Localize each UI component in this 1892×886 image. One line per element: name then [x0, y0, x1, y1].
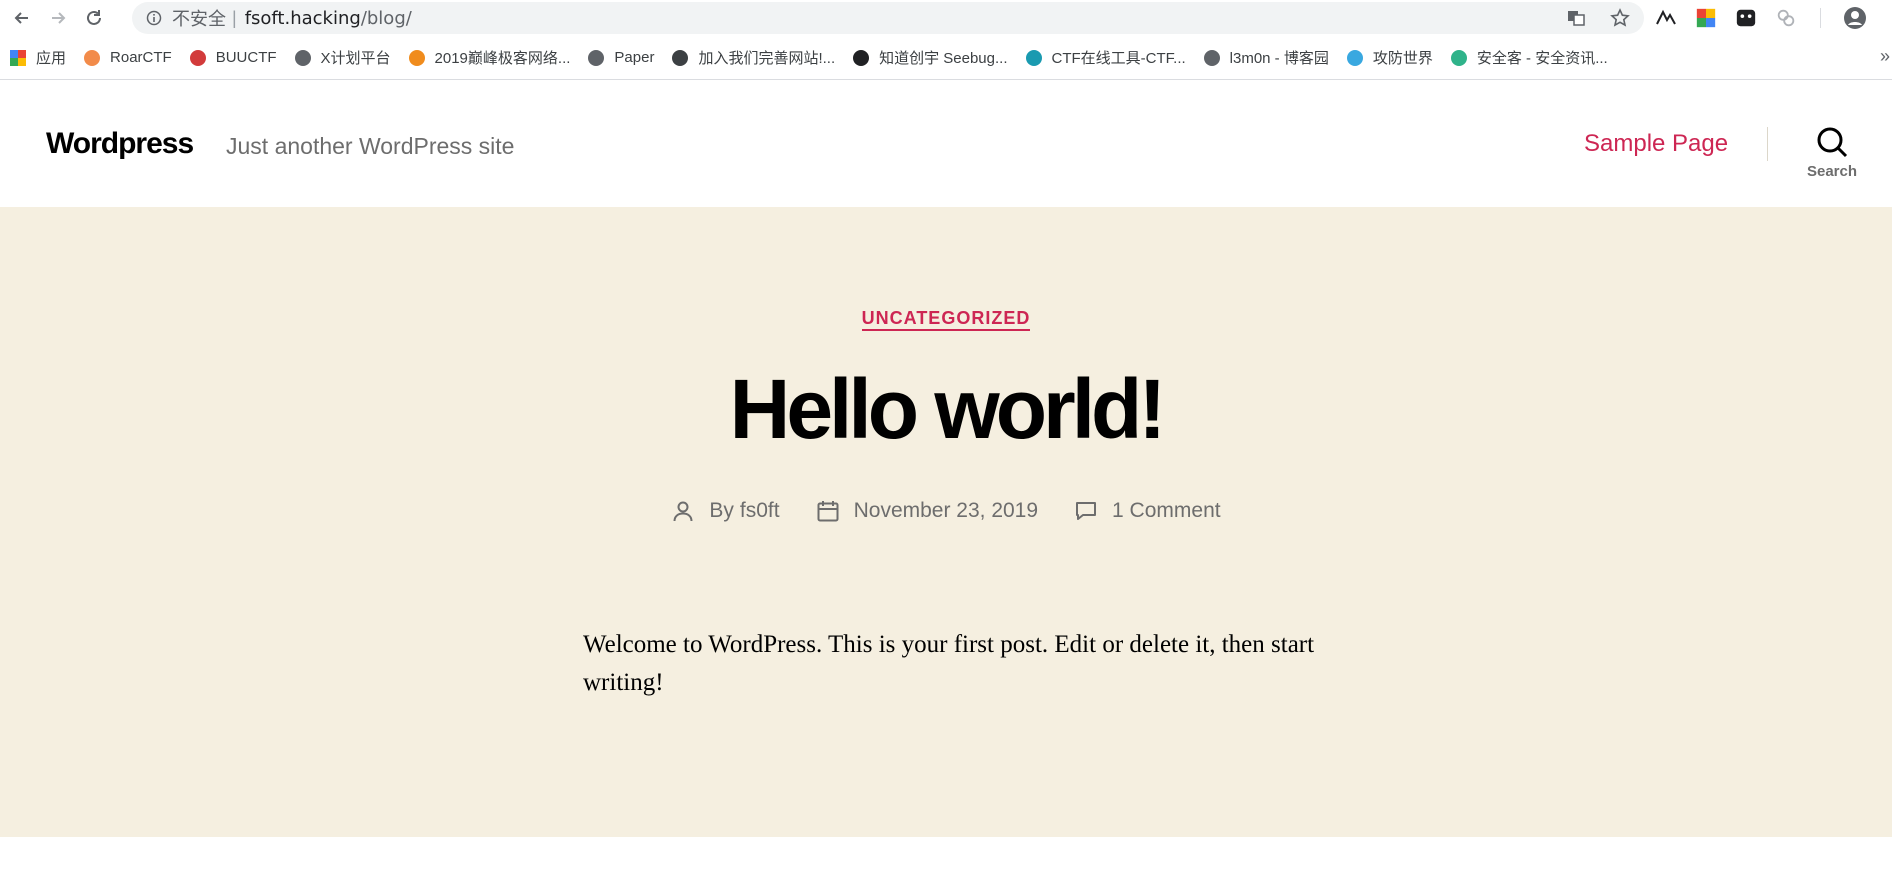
search-label: Search [1806, 163, 1858, 180]
bookmark-item[interactable]: 安全客 - 安全资讯... [1441, 43, 1616, 73]
more-bookmarks-button[interactable]: » [1880, 46, 1890, 67]
extension-colorful-icon[interactable] [1694, 6, 1718, 30]
post-meta: By fs0ft November 23, 2019 1 Comment [0, 499, 1892, 523]
person-icon [673, 501, 693, 522]
bookmark-item[interactable]: 加入我们完善网站!... [662, 43, 843, 73]
bookmark-item[interactable]: 应用 [0, 43, 74, 73]
author-prefix: By [709, 499, 734, 522]
profile-avatar-icon[interactable] [1843, 6, 1867, 30]
bookmark-label: l3m0n - 博客园 [1229, 50, 1329, 67]
comment-icon [1076, 502, 1097, 520]
url-separator: | [232, 7, 237, 28]
favicon-icon [1203, 49, 1220, 66]
bookmark-label: 应用 [36, 50, 67, 67]
bookmark-label: 知道创宇 Seebug... [879, 50, 1008, 67]
favicon-icon [588, 49, 605, 66]
reload-button[interactable] [80, 4, 108, 32]
site-title[interactable]: Wordpress [46, 127, 194, 161]
favicon-icon [853, 49, 870, 66]
post-author: By fs0ft [671, 499, 780, 523]
calendar-icon [817, 501, 839, 522]
post-date: November 23, 2019 [816, 499, 1038, 523]
bookmark-item[interactable]: X计划平台 [285, 43, 399, 73]
bookmark-item[interactable]: CTF在线工具-CTF... [1016, 43, 1194, 73]
post-header: UNCATEGORIZED Hello world! By fs0ft Nove… [0, 207, 1892, 837]
arrow-right-icon [52, 12, 66, 24]
bookmark-item[interactable]: Paper [578, 43, 662, 73]
bookmark-item[interactable]: 2019巅峰极客网络... [399, 43, 579, 73]
menu-kebab-icon[interactable] [1883, 6, 1892, 30]
bookmark-label: 加入我们完善网站!... [698, 50, 836, 67]
favicon-icon [672, 49, 689, 66]
favicon-icon [1346, 49, 1363, 66]
browser-toolbar: 不安全 | fsoft.hacking /blog/ [0, 0, 1892, 36]
favicon-icon [294, 49, 311, 66]
bookmark-label: 2019巅峰极客网络... [434, 50, 571, 67]
extension-link-icon[interactable] [1774, 6, 1798, 30]
bookmark-item[interactable]: l3m0n - 博客园 [1194, 43, 1337, 73]
comments-link[interactable]: 1 Comment [1112, 499, 1221, 523]
bookmark-label: CTF在线工具-CTF... [1051, 50, 1186, 67]
post-title: Hello world! [729, 362, 1167, 456]
back-button[interactable] [8, 4, 36, 32]
star-icon[interactable] [1610, 8, 1630, 28]
favicon-icon [1025, 49, 1042, 66]
reload-icon [87, 10, 101, 25]
info-icon[interactable] [146, 10, 162, 26]
bookmark-label: Paper [614, 49, 655, 66]
bookmark-item[interactable]: BUUCTF [180, 43, 285, 73]
post-category: UNCATEGORIZED [0, 308, 1892, 331]
favicon-icon [189, 49, 206, 66]
bookmark-item[interactable]: 知道创宇 Seebug... [843, 43, 1015, 73]
bookmarks-bar: 应用 RoarCTF BUUCTF X计划平台 2019巅峰极客网络... Paper 加入… [0, 36, 1892, 80]
extension-en-icon[interactable] [1654, 6, 1678, 30]
post-content: Welcome to WordPress. This is your first… [583, 631, 1315, 696]
url-host: fsoft.hacking [244, 7, 361, 29]
bookmark-item[interactable]: RoarCTF [74, 43, 180, 73]
date-link[interactable]: November 23, 2019 [854, 499, 1038, 523]
bookmark-label: BUUCTF [215, 49, 277, 66]
search-icon [1817, 127, 1848, 158]
nav-item-sample-page[interactable]: Sample Page [1584, 130, 1728, 158]
favicon-icon [1450, 49, 1467, 66]
bookmark-label: RoarCTF [110, 49, 172, 66]
author-link[interactable]: fs0ft [740, 499, 780, 523]
extension-dark-icon[interactable] [1734, 6, 1758, 30]
bookmark-label: 安全客 - 安全资讯... [1476, 50, 1608, 67]
favicon-icon [84, 49, 101, 66]
arrow-left-icon [14, 12, 28, 24]
header-divider [1767, 127, 1768, 161]
bookmark-label: 攻防世界 [1372, 50, 1433, 67]
apps-grid-icon [10, 49, 26, 66]
address-bar[interactable]: 不安全 | fsoft.hacking /blog/ [132, 2, 1644, 34]
search-toggle-button[interactable]: Search [1800, 125, 1864, 185]
forward-button[interactable] [44, 4, 72, 32]
site-header: Wordpress Just another WordPress site Sa… [0, 81, 1892, 207]
url-path: /blog/ [360, 7, 412, 29]
translate-icon[interactable] [1566, 8, 1586, 28]
toolbar-divider [1820, 8, 1821, 28]
favicon-icon [408, 49, 425, 66]
site-description: Just another WordPress site [226, 133, 515, 159]
extensions-area [1654, 4, 1892, 32]
security-label: 不安全 [172, 9, 226, 30]
category-link[interactable]: UNCATEGORIZED [861, 308, 1031, 331]
bookmark-item[interactable]: 攻防世界 [1337, 43, 1441, 73]
bookmark-label: X计划平台 [320, 50, 391, 67]
post-comments: 1 Comment [1074, 499, 1221, 523]
